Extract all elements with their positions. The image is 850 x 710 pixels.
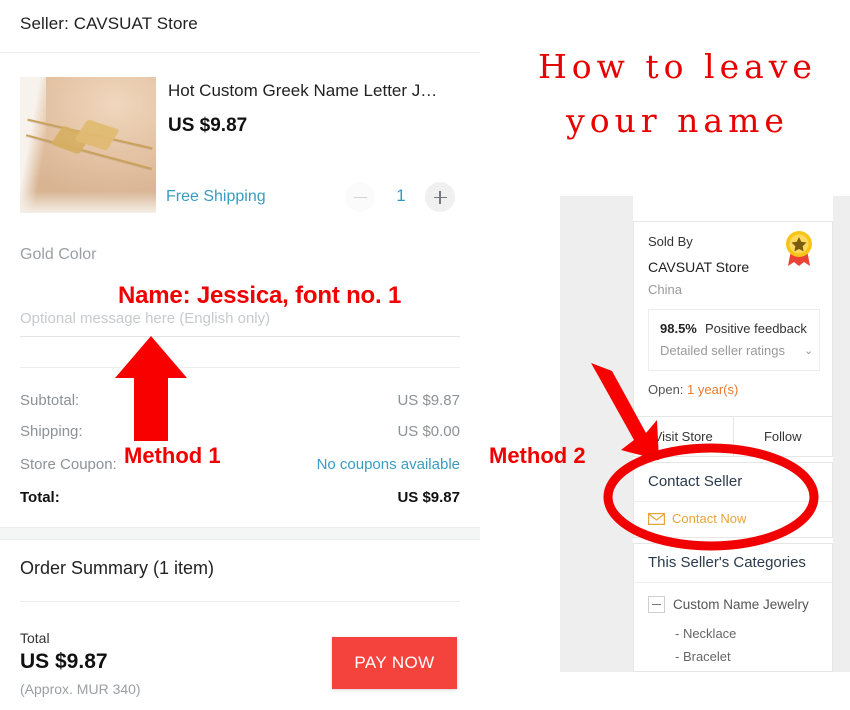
- headline-line-1: How to leave: [538, 47, 817, 86]
- seller-panel-screenshot: Sold By CAVSUAT Store China 98.5% Positi…: [560, 196, 850, 672]
- annotation-method-2-label: Method 2: [489, 443, 586, 468]
- open-label: Open:: [648, 382, 684, 397]
- price-row-coupon[interactable]: Store Coupon: No coupons available: [20, 456, 460, 478]
- visit-store-button[interactable]: Visit Store: [634, 417, 734, 456]
- order-total-amount: US $9.87: [20, 650, 108, 673]
- annotation-name-note: Name: Jessica, font no. 1: [118, 282, 402, 309]
- detailed-seller-ratings-link[interactable]: Detailed seller ratings: [660, 343, 785, 358]
- price-row-shipping: Shipping: US $0.00: [20, 423, 460, 445]
- open-years-value: 1 year(s): [687, 382, 739, 397]
- divider: [20, 367, 460, 368]
- price-row-value: US $9.87: [397, 489, 460, 506]
- store-action-buttons: Visit Store Follow: [633, 417, 833, 457]
- price-row-label: Total:: [20, 489, 60, 506]
- coupon-link[interactable]: No coupons available: [317, 456, 460, 473]
- category-root-row[interactable]: Custom Name Jewelry: [648, 596, 809, 613]
- price-row-value: US $9.87: [397, 392, 460, 409]
- seller-country: China: [648, 282, 682, 297]
- product-price: US $9.87: [168, 115, 248, 136]
- price-row-label: Subtotal:: [20, 392, 80, 409]
- feedback-box[interactable]: 98.5% Positive feedback Detailed seller …: [648, 309, 820, 371]
- quantity-increase-button[interactable]: [425, 182, 455, 212]
- message-placeholder: Optional message here (English only): [20, 310, 271, 327]
- price-row-label: Store Coupon:: [20, 456, 117, 473]
- feedback-label: Positive feedback: [705, 321, 807, 336]
- category-child-necklace[interactable]: - Necklace: [675, 626, 736, 641]
- order-total-label: Total: [20, 630, 50, 646]
- divider: [0, 52, 480, 53]
- divider: [20, 601, 460, 602]
- quantity-decrease-button[interactable]: [345, 182, 375, 212]
- categories-title: This Seller's Categories: [648, 554, 806, 571]
- quantity-value: 1: [396, 186, 406, 205]
- contact-now-label: Contact Now: [672, 511, 747, 526]
- headline-line-2: your name: [566, 101, 789, 140]
- free-shipping-label[interactable]: Free Shipping: [166, 188, 266, 206]
- follow-button[interactable]: Follow: [734, 417, 833, 456]
- contact-now-link[interactable]: Contact Now: [648, 511, 746, 526]
- photo-highlight-bottom: [20, 191, 156, 213]
- chevron-down-icon[interactable]: ⌄: [804, 344, 813, 357]
- product-title[interactable]: Hot Custom Greek Name Letter J…: [168, 80, 458, 102]
- collapse-minus-icon[interactable]: [648, 596, 665, 613]
- price-row-label: Shipping:: [20, 423, 83, 440]
- sold-by-label: Sold By: [648, 234, 693, 249]
- feedback-percent: 98.5%: [660, 321, 697, 336]
- seller-categories-card: This Seller's Categories Custom Name Jew…: [633, 543, 833, 672]
- message-underline: [20, 336, 460, 337]
- annotation-headline: How to leave your name: [505, 40, 850, 148]
- optional-message-field[interactable]: Optional message here (English only): [20, 310, 460, 337]
- seller-store-name[interactable]: CAVSUAT Store: [648, 259, 749, 275]
- divider: [0, 539, 480, 540]
- section-gap: [0, 528, 480, 539]
- annotation-method-1-label: Method 1: [124, 443, 221, 468]
- price-row-subtotal: Subtotal: US $9.87: [20, 392, 460, 414]
- divider: [634, 582, 832, 583]
- category-root-label: Custom Name Jewelry: [673, 597, 809, 612]
- pay-now-button[interactable]: PAY NOW: [332, 637, 457, 689]
- page-background-left: [560, 196, 633, 672]
- order-summary-title: Order Summary (1 item): [20, 558, 215, 578]
- quantity-stepper[interactable]: 1: [345, 182, 455, 214]
- price-row-total: Total: US $9.87: [20, 489, 460, 511]
- price-row-value: US $0.00: [397, 423, 460, 440]
- page-background-right: [833, 196, 850, 672]
- product-variant-label: Gold Color: [20, 246, 97, 263]
- top-seller-medal-icon: [786, 231, 812, 266]
- store-open-duration: Open: 1 year(s): [648, 382, 738, 397]
- contact-seller-card: Contact Seller Contact Now: [633, 462, 833, 538]
- plus-icon: [433, 190, 447, 204]
- checkout-screenshot: Seller: CAVSUAT Store Hot Custom Greek N…: [0, 0, 480, 710]
- divider: [634, 501, 832, 502]
- product-thumbnail[interactable]: [20, 77, 156, 213]
- seller-header: Seller: CAVSUAT Store: [20, 14, 198, 33]
- order-total-approx: (Approx. MUR 340): [20, 681, 141, 697]
- minus-icon: [353, 191, 367, 204]
- category-child-bracelet[interactable]: - Bracelet: [675, 649, 731, 664]
- seller-info-card: Sold By CAVSUAT Store China 98.5% Positi…: [633, 221, 833, 417]
- panel-top-spacer: [633, 196, 833, 218]
- divider: [0, 527, 480, 528]
- envelope-icon: [648, 512, 665, 525]
- contact-seller-title: Contact Seller: [648, 473, 743, 490]
